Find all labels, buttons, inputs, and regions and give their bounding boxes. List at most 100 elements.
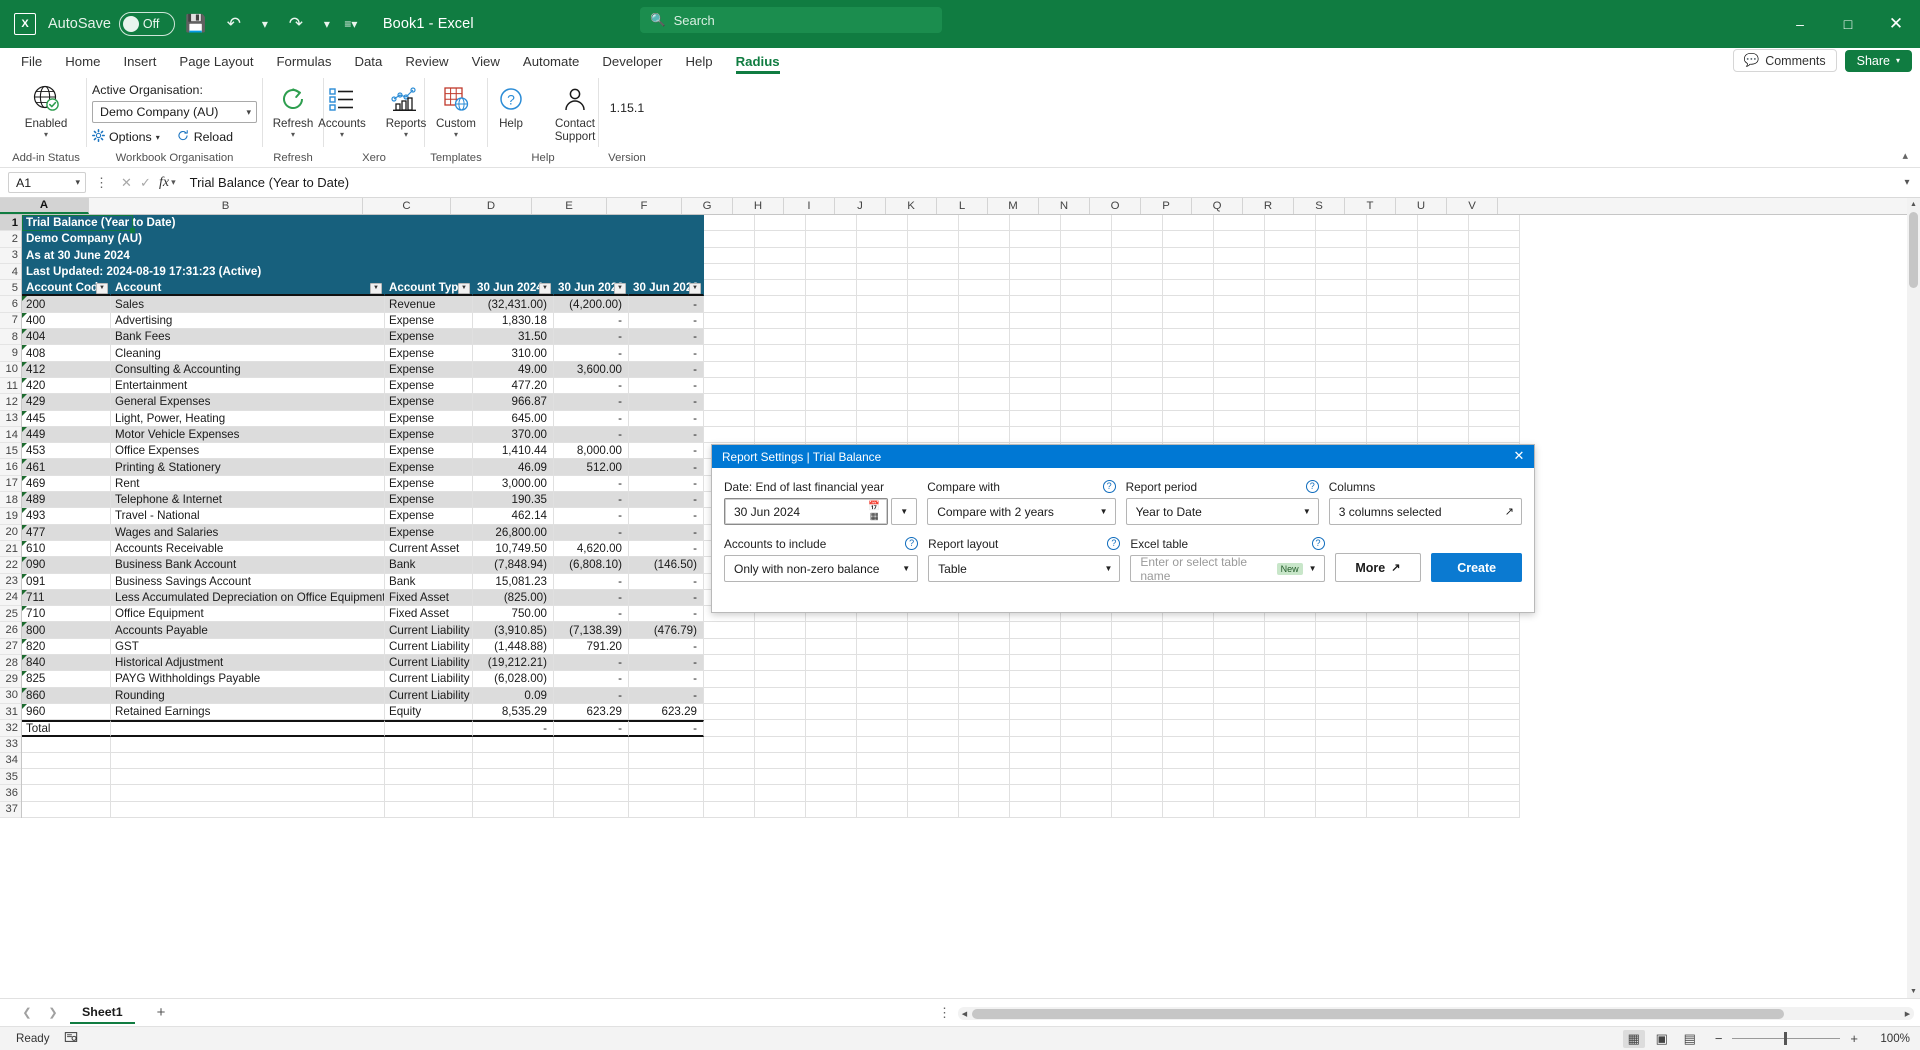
empty-cell[interactable]	[1265, 801, 1316, 818]
cell-balance-2022[interactable]: -	[629, 540, 704, 558]
empty-cell[interactable]	[806, 752, 857, 770]
empty-cell[interactable]	[111, 736, 385, 753]
empty-cell[interactable]	[857, 394, 908, 411]
empty-cell[interactable]	[755, 231, 806, 248]
empty-cell[interactable]	[908, 752, 959, 770]
empty-cell[interactable]	[1061, 345, 1112, 362]
zoom-out-button[interactable]: −	[1715, 1031, 1723, 1046]
empty-cell[interactable]	[111, 801, 385, 818]
comments-button[interactable]: 💬 Comments	[1732, 49, 1837, 72]
empty-cell[interactable]	[908, 410, 959, 427]
empty-cell[interactable]	[1214, 801, 1265, 818]
row-header-13[interactable]: 13	[0, 410, 21, 427]
empty-cell[interactable]	[806, 426, 857, 444]
empty-cell[interactable]	[857, 263, 908, 281]
empty-cell[interactable]	[1010, 736, 1061, 753]
cell-balance-2024[interactable]: 190.35	[473, 492, 554, 509]
normal-view-icon[interactable]: ▦	[1622, 1029, 1645, 1048]
filter-dropdown-icon[interactable]: ▼	[539, 282, 551, 294]
column-header-L[interactable]: L	[937, 198, 988, 214]
empty-cell[interactable]	[1265, 720, 1316, 737]
empty-cell[interactable]	[1418, 785, 1469, 802]
empty-cell[interactable]	[908, 622, 959, 639]
empty-cell[interactable]	[959, 736, 1010, 753]
cell-account-code[interactable]: 860	[22, 687, 111, 704]
empty-cell[interactable]	[1163, 345, 1214, 362]
cell-account-type[interactable]: Expense	[385, 508, 473, 525]
chevron-down-icon[interactable]: ▾	[291, 130, 295, 139]
cell-balance-2022[interactable]: -	[629, 638, 704, 656]
empty-cell[interactable]	[959, 769, 1010, 786]
empty-cell[interactable]	[857, 345, 908, 362]
empty-cell[interactable]	[1010, 345, 1061, 362]
cell-account-code[interactable]: 090	[22, 557, 111, 574]
empty-cell[interactable]	[1163, 622, 1214, 639]
empty-cell[interactable]	[1214, 638, 1265, 656]
cell-balance-2022[interactable]: -	[629, 410, 704, 427]
empty-cell[interactable]	[704, 736, 755, 753]
scroll-right-icon[interactable]: ▶	[1901, 1007, 1914, 1020]
empty-cell[interactable]	[755, 426, 806, 444]
tab-radius[interactable]: Radius	[725, 51, 791, 74]
empty-cell[interactable]	[908, 296, 959, 313]
row-header-4[interactable]: 4	[0, 263, 21, 281]
empty-cell[interactable]	[1418, 736, 1469, 753]
customize-quick-access-icon[interactable]: ≡▾	[341, 8, 361, 40]
zoom-slider-knob[interactable]	[1784, 1031, 1788, 1045]
empty-cell[interactable]	[1418, 410, 1469, 427]
empty-cell[interactable]	[1316, 769, 1367, 786]
empty-cell[interactable]	[959, 345, 1010, 362]
empty-cell[interactable]	[1316, 671, 1367, 688]
empty-cell[interactable]	[959, 280, 1010, 297]
empty-cell[interactable]	[1367, 769, 1418, 786]
column-header-I[interactable]: I	[784, 198, 835, 214]
collapse-ribbon-icon[interactable]: ▴	[1902, 149, 1908, 162]
row-header-18[interactable]: 18	[0, 492, 21, 509]
empty-cell[interactable]	[1214, 215, 1265, 232]
empty-cell[interactable]	[755, 687, 806, 704]
column-header-N[interactable]: N	[1039, 198, 1090, 214]
empty-cell[interactable]	[704, 247, 755, 264]
empty-cell[interactable]	[908, 394, 959, 411]
cell-total-2023[interactable]: -	[554, 720, 629, 737]
empty-cell[interactable]	[1112, 638, 1163, 656]
accounts-button[interactable]: Accounts ▾	[311, 79, 373, 139]
column-header-A[interactable]: A	[0, 198, 89, 214]
empty-cell[interactable]	[1418, 247, 1469, 264]
row-header-24[interactable]: 24	[0, 589, 21, 607]
cell-balance-2023[interactable]: (6,808.10)	[554, 557, 629, 574]
empty-cell[interactable]	[1367, 410, 1418, 427]
row-header-22[interactable]: 22	[0, 557, 21, 574]
empty-cell[interactable]	[1367, 345, 1418, 362]
cell-account-name[interactable]: Sales	[111, 296, 385, 313]
empty-cell[interactable]	[704, 361, 755, 378]
empty-cell[interactable]	[806, 329, 857, 346]
cell-account-name[interactable]: Printing & Stationery	[111, 459, 385, 476]
empty-cell[interactable]	[22, 736, 111, 753]
undo-icon[interactable]: ↶	[217, 8, 251, 40]
empty-cell[interactable]	[1469, 410, 1520, 427]
cell-account-type[interactable]: Equity	[385, 703, 473, 721]
empty-cell[interactable]	[22, 769, 111, 786]
empty-cell[interactable]	[1367, 752, 1418, 770]
empty-cell[interactable]	[1367, 280, 1418, 297]
empty-cell[interactable]	[806, 247, 857, 264]
row-header-2[interactable]: 2	[0, 231, 21, 248]
empty-cell[interactable]	[857, 377, 908, 395]
cell-balance-2023[interactable]: -	[554, 475, 629, 493]
empty-cell[interactable]	[806, 312, 857, 330]
cell-account-name[interactable]: General Expenses	[111, 394, 385, 411]
empty-cell[interactable]	[1010, 703, 1061, 721]
cell-account-type[interactable]: Current Liability	[385, 671, 473, 688]
empty-cell[interactable]	[1061, 312, 1112, 330]
report-period-select[interactable]: Year to Date ▼	[1125, 498, 1319, 525]
cell-account-type[interactable]: Expense	[385, 459, 473, 476]
row-header-19[interactable]: 19	[0, 508, 21, 525]
empty-cell[interactable]	[1112, 720, 1163, 737]
empty-cell[interactable]	[1214, 769, 1265, 786]
tab-data[interactable]: Data	[343, 51, 393, 72]
empty-cell[interactable]	[1163, 801, 1214, 818]
empty-cell[interactable]	[1316, 687, 1367, 704]
empty-cell[interactable]	[1367, 426, 1418, 444]
cell-account-name[interactable]: Less Accumulated Depreciation on Office …	[111, 589, 385, 607]
